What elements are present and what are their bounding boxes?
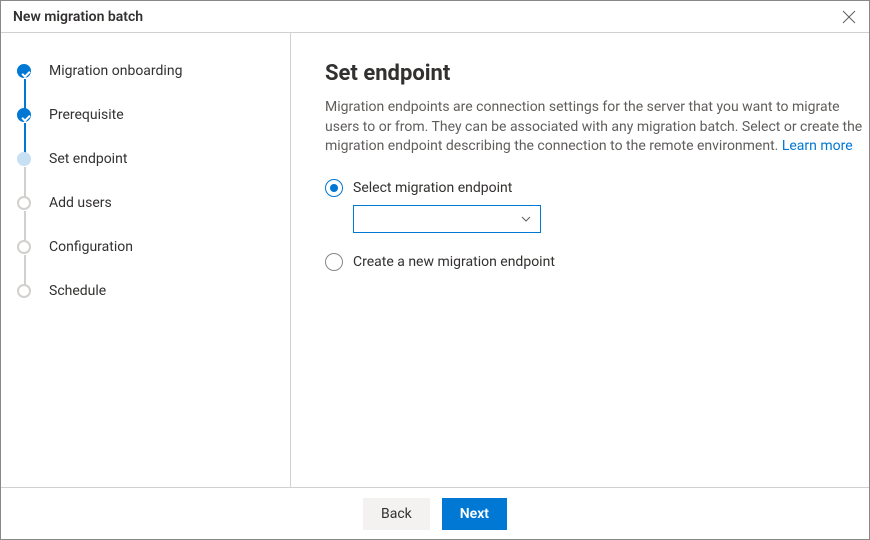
step-migration-onboarding[interactable]: Migration onboarding <box>17 63 290 107</box>
radio-icon <box>325 253 343 271</box>
endpoint-choice-group: Select migration endpoint Create a new m… <box>325 179 869 271</box>
step-add-users[interactable]: Add users <box>17 195 290 239</box>
wizard-steps: Migration onboarding Prerequisite Set en… <box>1 33 291 487</box>
radio-create-endpoint[interactable]: Create a new migration endpoint <box>325 253 869 271</box>
step-label: Add users <box>49 195 112 211</box>
wizard-dialog: New migration batch Migration onboarding… <box>0 0 870 540</box>
migration-endpoint-dropdown[interactable] <box>353 205 541 233</box>
pending-step-icon <box>17 196 31 210</box>
dialog-body: Migration onboarding Prerequisite Set en… <box>1 33 869 487</box>
step-prerequisite[interactable]: Prerequisite <box>17 107 290 151</box>
main-content: Set endpoint Migration endpoints are con… <box>291 33 869 487</box>
window-title: New migration batch <box>13 9 143 25</box>
radio-icon <box>325 179 343 197</box>
step-label: Set endpoint <box>49 151 127 167</box>
step-label: Migration onboarding <box>49 63 182 79</box>
learn-more-link[interactable]: Learn more <box>782 138 853 154</box>
step-schedule[interactable]: Schedule <box>17 283 290 299</box>
radio-label: Select migration endpoint <box>353 180 512 196</box>
step-configuration[interactable]: Configuration <box>17 239 290 283</box>
chevron-down-icon <box>520 213 532 225</box>
radio-label: Create a new migration endpoint <box>353 254 555 270</box>
pending-step-icon <box>17 240 31 254</box>
footer: Back Next <box>1 487 869 539</box>
page-heading: Set endpoint <box>325 61 869 86</box>
step-label: Prerequisite <box>49 107 124 123</box>
close-icon[interactable] <box>841 9 857 25</box>
titlebar: New migration batch <box>1 1 869 33</box>
step-label: Configuration <box>49 239 133 255</box>
page-description: Migration endpoints are connection setti… <box>325 98 865 157</box>
current-step-icon <box>17 152 31 166</box>
next-button[interactable]: Next <box>442 498 507 530</box>
pending-step-icon <box>17 284 31 298</box>
step-set-endpoint[interactable]: Set endpoint <box>17 151 290 195</box>
step-label: Schedule <box>49 283 106 299</box>
checkmark-icon <box>17 64 31 78</box>
radio-select-endpoint[interactable]: Select migration endpoint <box>325 179 869 197</box>
checkmark-icon <box>17 108 31 122</box>
back-button[interactable]: Back <box>363 498 430 530</box>
